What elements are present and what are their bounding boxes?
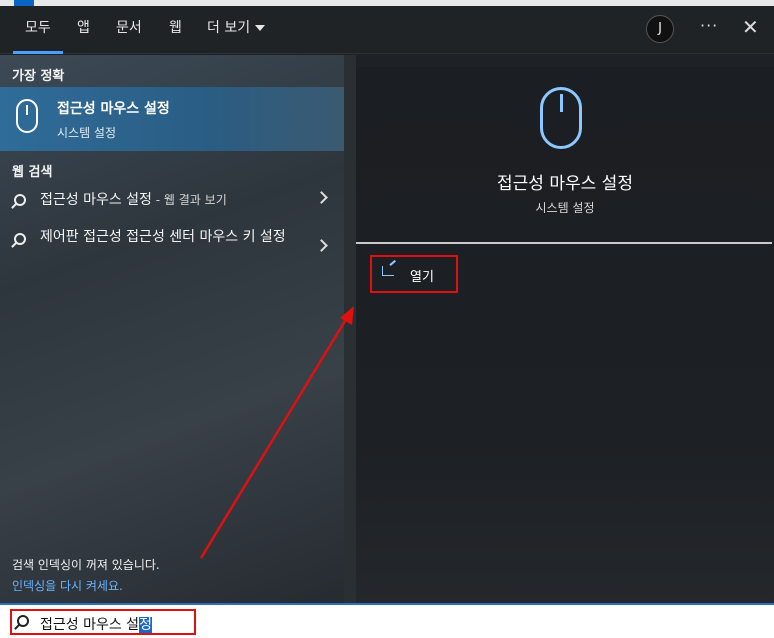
web-result-query: 접근성 마우스 설정: [40, 192, 152, 208]
tab-documents[interactable]: 문서: [116, 18, 142, 42]
close-icon[interactable]: ✕: [742, 15, 759, 39]
search-input[interactable]: 접근성 마우스 설정: [40, 614, 152, 634]
tab-all[interactable]: 모두: [13, 18, 63, 54]
web-search-heading: 웹 검색: [12, 165, 53, 180]
web-result-text: 제어판 접근성 접근성 센터 마우스 키 설정: [40, 229, 286, 245]
top-bar: 모두 앱 문서 웹 더 보기 J ··· ✕: [0, 6, 774, 54]
web-result-item[interactable]: 제어판 접근성 접근성 센터 마우스 키 설정: [0, 225, 344, 273]
detail-pane: 접근성 마우스 설정 시스템 설정 열기: [356, 67, 774, 603]
detail-subtitle: 시스템 설정: [535, 201, 595, 215]
best-match-title: 접근성 마우스 설정: [57, 101, 170, 117]
indexing-link[interactable]: 인덱싱을 다시 켜세요.: [12, 577, 123, 594]
more-options-icon[interactable]: ···: [700, 16, 718, 35]
indexing-notice: 검색 인덱싱이 꺼져 있습니다.: [12, 558, 160, 572]
web-result-text: 접근성 마우스 설정 - 웹 결과 보기: [40, 190, 227, 210]
search-query-text: 접근성 마우스 설: [40, 617, 140, 633]
best-match-heading: 가장 정확: [12, 69, 65, 84]
chevron-right-icon[interactable]: [315, 239, 328, 252]
tab-more[interactable]: 더 보기: [207, 18, 266, 42]
open-button[interactable]: 열기: [370, 255, 458, 293]
search-icon: [17, 615, 29, 627]
results-pane: 가장 정확 접근성 마우스 설정 시스템 설정 웹 검색 접근성 마우스 설정 …: [0, 55, 344, 603]
search-bar[interactable]: 접근성 마우스 설정: [0, 603, 774, 638]
divider: [356, 242, 772, 244]
web-result-item[interactable]: 접근성 마우스 설정 - 웹 결과 보기: [0, 185, 344, 215]
tab-more-label: 더 보기: [207, 20, 251, 36]
chevron-down-icon: [255, 25, 266, 31]
detail-title: 접근성 마우스 설정: [497, 174, 633, 194]
tab-apps[interactable]: 앱: [77, 18, 90, 42]
web-result-suffix: - 웹 결과 보기: [151, 193, 227, 207]
search-query-selection: 정: [139, 617, 152, 633]
search-icon: [14, 233, 26, 245]
mouse-icon: [16, 99, 38, 133]
chevron-right-icon[interactable]: [315, 191, 328, 204]
best-match-item[interactable]: 접근성 마우스 설정 시스템 설정: [0, 87, 344, 151]
open-icon: [382, 266, 394, 276]
open-label: 열기: [410, 270, 434, 285]
best-match-subtitle: 시스템 설정: [57, 126, 117, 140]
search-icon: [14, 194, 26, 206]
tab-web[interactable]: 웹: [169, 18, 182, 42]
avatar[interactable]: J: [646, 15, 674, 43]
mouse-icon: [540, 87, 582, 149]
